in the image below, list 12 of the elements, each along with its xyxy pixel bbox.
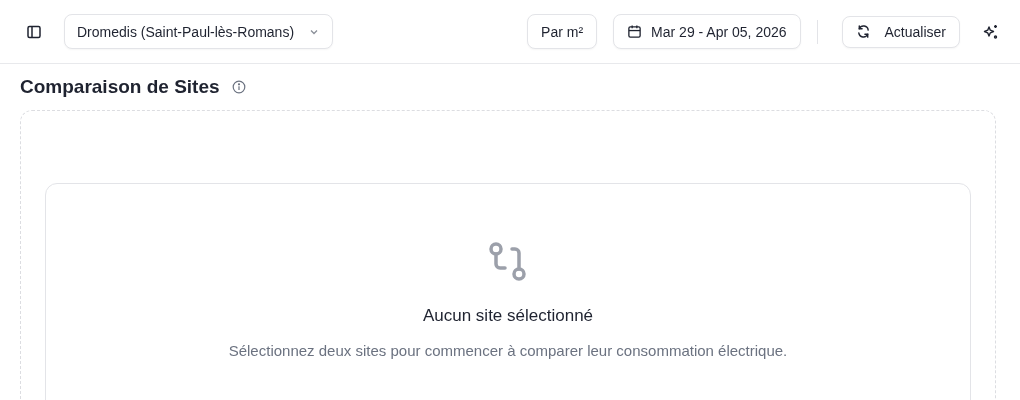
refresh-button[interactable]: Actualiser <box>841 15 960 48</box>
sparkles-icon[interactable] <box>982 22 1000 41</box>
date-range-button[interactable]: Mar 29 - Apr 05, 2026 <box>613 14 801 49</box>
empty-state-message: Sélectionnez deux sites pour commencer à comparer leur consommation électrique. <box>228 342 788 359</box>
calendar-icon <box>627 24 643 39</box>
empty-state-title: Aucun site sélectionné <box>422 306 594 326</box>
unit-button[interactable]: Par m² <box>527 14 598 49</box>
site-select[interactable]: Dromedis (Saint-Paul-lès-Romans) <box>64 14 334 49</box>
refresh-icon <box>855 24 871 39</box>
page-title: Comparaison de Sites <box>20 76 220 98</box>
info-icon[interactable] <box>231 80 246 94</box>
sidebar-toggle-icon[interactable] <box>26 23 42 40</box>
